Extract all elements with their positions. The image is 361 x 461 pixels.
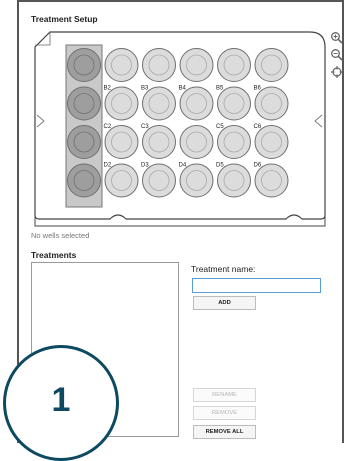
well-C2: [104, 125, 139, 159]
well-C5: [217, 125, 251, 159]
plate-map[interactable]: B2 B3 B4 B5 B6 C2 C3 C5 C6 D2 D3 D4 D5 D6: [34, 31, 326, 227]
well-B6: [254, 86, 289, 121]
well-label-B3: B3: [141, 86, 149, 92]
well-C4: [179, 125, 214, 159]
zoom-in-icon[interactable]: [330, 31, 344, 45]
well-A6: [254, 48, 289, 82]
remove-all-button[interactable]: REMOVE ALL: [193, 425, 256, 439]
rename-button[interactable]: RENAME: [193, 388, 256, 402]
well-label-D5: D5: [216, 163, 224, 169]
add-button[interactable]: ADD: [193, 296, 256, 310]
well-label-B6: B6: [254, 86, 262, 92]
treatment-name-input[interactable]: [192, 278, 321, 293]
well-D4: [179, 163, 214, 198]
well-B4: [179, 86, 214, 121]
well-A4: [179, 48, 214, 82]
well-label-C2: C2: [104, 124, 112, 130]
well-C1: [67, 125, 101, 159]
well-label-D2: D2: [104, 163, 112, 169]
well-C6: [254, 125, 289, 159]
well-C3: [142, 125, 176, 159]
well-label-C5: C5: [216, 124, 224, 130]
well-A2: [104, 48, 139, 82]
well-label-C6: C6: [254, 124, 262, 130]
well-D5: [217, 163, 251, 198]
treatment-setup-title: Treatment Setup: [31, 14, 98, 24]
zoom-out-icon[interactable]: [330, 48, 344, 62]
well-plate[interactable]: B2 B3 B4 B5 B6 C2 C3 C5 C6 D2 D3 D4 D5 D6: [34, 31, 326, 227]
well-A1: [67, 48, 101, 82]
well-B3: [142, 86, 176, 121]
well-label-D6: D6: [254, 163, 262, 169]
well-label-B2: B2: [104, 86, 112, 92]
well-label-B4: B4: [179, 86, 187, 92]
well-D3: [142, 163, 176, 198]
well-label-B5: B5: [216, 86, 224, 92]
well-D6: [254, 163, 289, 198]
well-label-C3: C3: [141, 124, 149, 130]
well-A5: [217, 48, 251, 82]
crosshair-icon[interactable]: [330, 65, 344, 79]
well-D2: [104, 163, 139, 198]
treatment-name-label: Treatment name:: [191, 264, 256, 274]
step-number: 1: [51, 381, 71, 419]
well-D1: [67, 163, 101, 198]
step-badge: 1: [3, 345, 119, 461]
well-A3: [142, 48, 176, 82]
well-label-D4: D4: [179, 163, 187, 169]
well-label-D3: D3: [141, 163, 149, 169]
well-B1: [67, 86, 101, 121]
well-B5: [217, 86, 251, 121]
remove-button[interactable]: REMOVE: [193, 406, 256, 420]
treatments-title: Treatments: [31, 250, 77, 260]
selection-status: No wells selected: [31, 231, 90, 240]
well-B2: [104, 86, 139, 121]
